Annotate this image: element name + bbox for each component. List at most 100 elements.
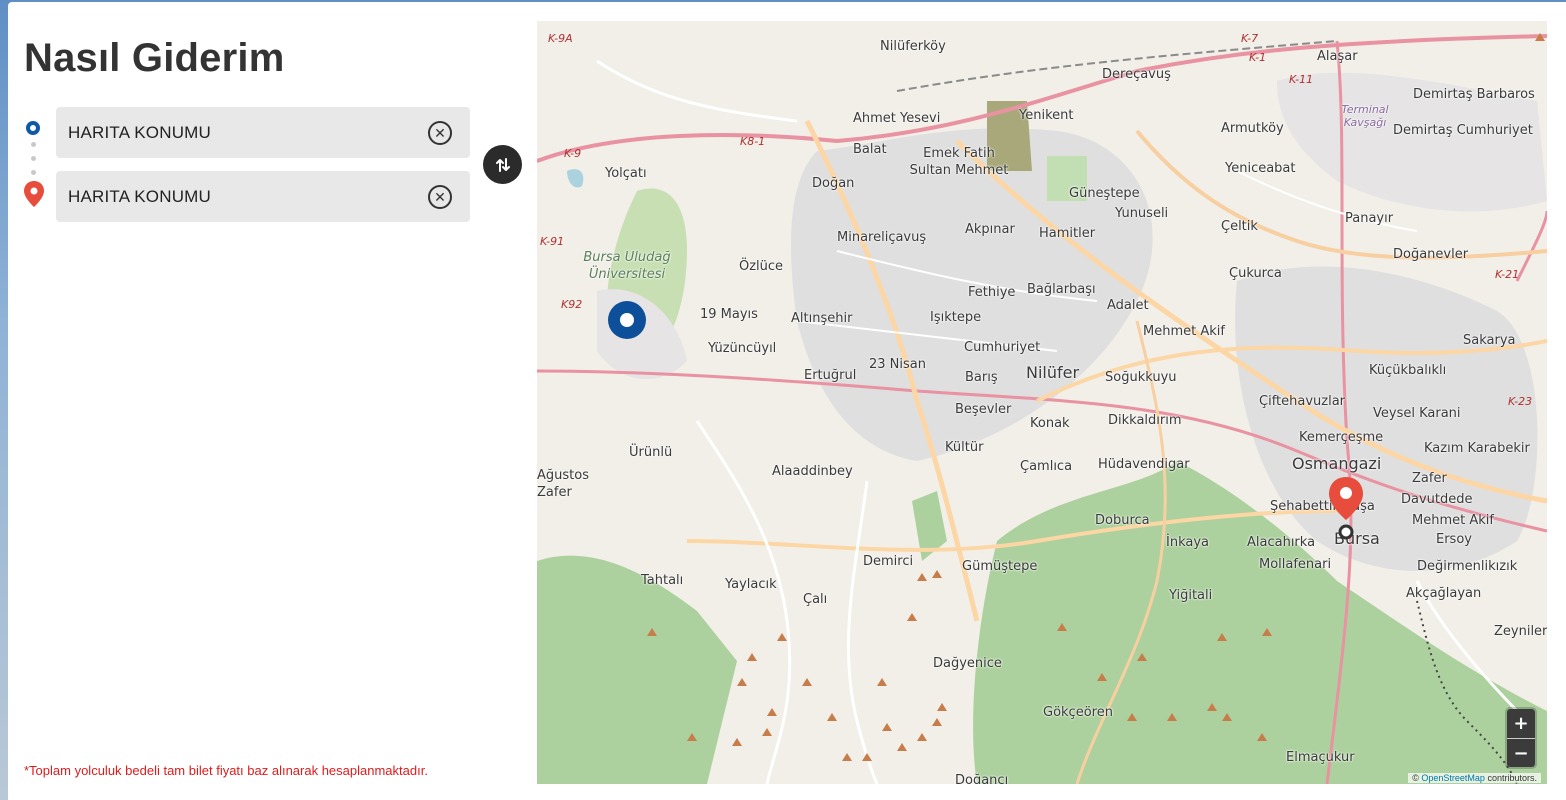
map-label: Alacahırka [1247,535,1316,550]
road-code: K-7 [1241,32,1259,45]
map-label: Çeltik [1221,219,1258,234]
map-label: Mehmet Akif [1412,513,1494,528]
map-label: Kemerçeşme [1299,430,1384,445]
map-view[interactable]: Nilüferköy Dereçavuş Alaşar Demirtaş Bar… [537,21,1547,784]
origin-circle-icon [26,121,40,135]
map-label: Nilüferköy [880,39,946,54]
road-code: K-23 [1508,395,1533,408]
map-label: Mehmet Akif [1143,324,1225,339]
map-label: İnkaya [1166,535,1209,550]
map-label: Demirtaş Barbaros [1413,87,1535,102]
map-label: Nilüfer [1026,363,1080,382]
map-label: Dereçavuş [1102,67,1171,82]
map-label: Bursa Uludağ Üniversitesi [583,250,671,282]
map-label: Gökçeören [1043,705,1113,720]
map-label: Tahtalı [641,573,684,588]
road-code: K-9A [548,32,573,45]
page-title: Nasıl Giderim [24,36,285,80]
map-label: Hamitler [1039,226,1096,241]
attribution-prefix: © [1412,773,1419,783]
map-label: Davutdede [1401,492,1473,507]
map-label: Yiğitali [1169,588,1213,603]
map-label: Emek Fatih Sultan Mehmet [909,146,1009,178]
map-label: Yenikent [1019,108,1074,123]
map-label: Işıktepe [930,310,982,325]
map-label: Altınşehir [791,311,853,326]
map-label: Akpınar [965,222,1015,237]
route-dot [31,142,36,147]
map-label: 19 Mayıs [700,307,758,322]
map-label: Barış [965,370,998,385]
map-label: Panayır [1345,211,1394,226]
map-label: Terminal Kavşağı [1341,103,1389,129]
zoom-out-button[interactable]: − [1507,738,1535,767]
map-label: Cumhuriyet [964,340,1041,355]
map-label: Armutköy [1221,121,1284,136]
swap-arrows-icon [495,157,510,172]
map-label: Elmaçukur [1286,750,1355,765]
map-label: Hüdavendigar [1098,457,1190,472]
map-label: Doğan [812,176,855,191]
swap-locations-button[interactable] [483,145,522,184]
map-label: Ersoy [1436,532,1472,547]
destination-field[interactable]: HARITA KONUMU ✕ [56,171,470,222]
circle-x-icon: ✕ [434,125,446,141]
road-code: K92 [561,298,583,311]
map-label: Alaaddinbey [772,464,853,479]
map-label: Balat [853,142,887,157]
map-attribution: © OpenStreetMap contributors. [1408,773,1541,783]
map-label: Dikkaldırım [1108,413,1182,428]
map-label: Doğanevler [1393,247,1469,262]
map-label: Akçağlayan [1406,586,1482,601]
map-label: Adalet [1107,298,1149,313]
map-label: Ürünlü [629,445,673,460]
fare-footnote: *Toplam yolculuk bedeli tam bilet fiyatı… [24,763,428,778]
road-code: K-11 [1289,73,1314,86]
clear-destination-button[interactable]: ✕ [428,185,452,209]
circle-x-icon: ✕ [434,189,446,205]
destination-map-marker[interactable] [1327,476,1365,546]
map-label: Veysel Karani [1373,406,1461,421]
zoom-controls: + − [1507,709,1535,767]
map-label: Çamlıca [1020,459,1073,474]
map-label: Zafer [1412,471,1447,486]
map-label: Yunuseli [1115,206,1169,221]
map-label: Ağustos Zafer [537,468,589,500]
map-label: Çiftehavuzlar [1259,394,1346,409]
map-label: Dağyenice [933,656,1002,671]
map-label: Çukurca [1229,266,1282,281]
road-code: K-91 [540,235,565,248]
destination-value: HARITA KONUMU [68,186,212,206]
route-indicator [24,118,44,218]
origin-map-marker[interactable] [608,301,646,339]
map-label: Doğancı [955,773,1009,784]
origin-value: HARITA KONUMU [68,122,212,142]
map-label: Osmangazi [1292,454,1382,473]
osm-link[interactable]: OpenStreetMap [1421,773,1485,783]
road-code: K-1 [1249,51,1267,64]
map-label: Yeniceabat [1225,161,1296,176]
map-label: Zeyniler [1494,624,1547,639]
marker-center [620,313,634,327]
map-label: Ertuğrul [804,368,857,383]
road-code: K8-1 [740,135,766,148]
map-label: Beşevler [955,402,1012,417]
origin-field[interactable]: HARITA KONUMU ✕ [56,107,470,158]
map-label: Yaylacık [725,577,777,592]
road-code: K-9 [564,147,582,160]
map-label: Demirci [863,554,914,569]
map-label: Çalı [803,592,828,607]
map-label: Demirtaş Cumhuriyet [1393,123,1533,138]
map-label: Bağlarbaşı [1027,282,1096,297]
map-label: Yüzüncüyıl [708,341,777,356]
map-label: Fethiye [968,285,1016,300]
clear-origin-button[interactable]: ✕ [428,121,452,145]
map-label: Ahmet Yesevi [853,111,941,126]
map-label: Gümüştepe [962,559,1038,574]
route-dot [31,156,36,161]
map-label: Kazım Karabekir [1424,441,1530,456]
map-pin-icon [24,181,44,207]
map-label: Konak [1030,416,1070,431]
map-label: Değirmenlikızık [1417,559,1518,574]
zoom-in-button[interactable]: + [1507,709,1535,738]
